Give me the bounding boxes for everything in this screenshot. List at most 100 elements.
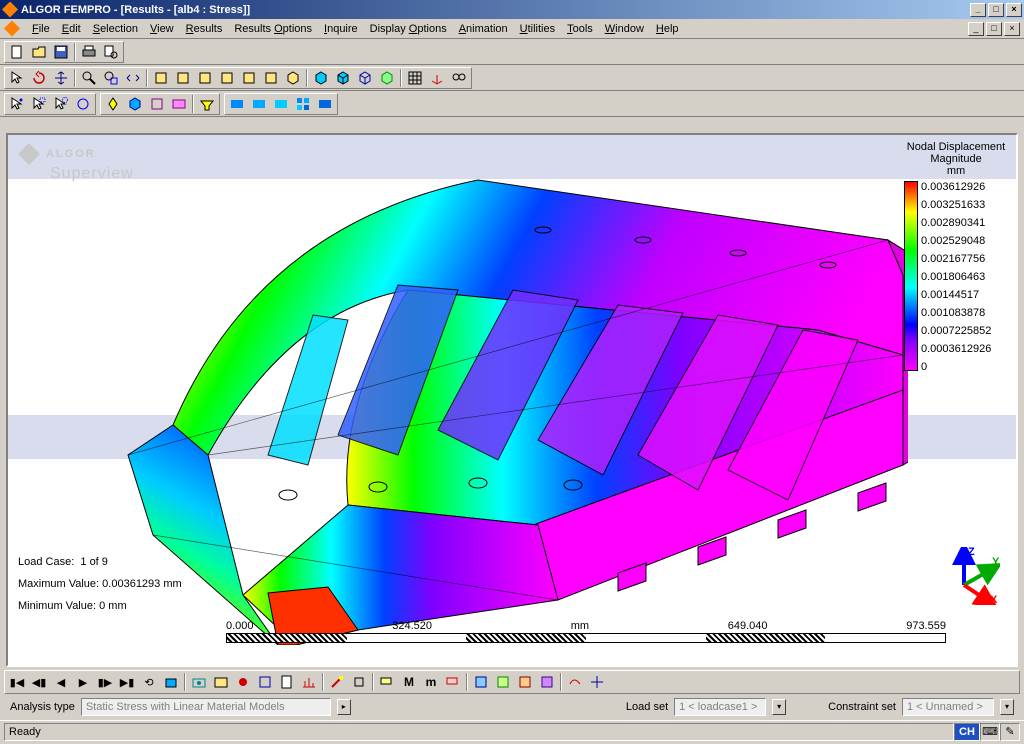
legend-value: 0.00144517 [921,289,1008,301]
min-label-button[interactable]: m [420,672,442,692]
anim-prev-button[interactable]: ◀▮ [28,672,50,692]
zoom-button[interactable] [78,68,100,88]
load-set-dropdown-button[interactable]: ▾ [772,699,786,715]
sect2-button[interactable] [492,672,514,692]
titlebar: ALGOR FEMPRO - [Results - [alb4 : Stress… [0,0,1024,19]
mesh-shade-button[interactable] [332,68,354,88]
anim-last-button[interactable]: ▶▮ [116,672,138,692]
constraint-set-field[interactable]: 1 < Unnamed > [902,698,994,716]
anim-loop-button[interactable]: ⟲ [138,672,160,692]
window-controls: _ □ × [970,3,1022,17]
menu-results[interactable]: Results [180,21,229,37]
sel-poly-button[interactable] [72,94,94,114]
display2-button[interactable] [248,94,270,114]
menu-file[interactable]: File [26,21,56,37]
menu-animation[interactable]: Animation [453,21,514,37]
filter-face-button[interactable] [124,94,146,114]
load-set-field[interactable]: 1 < loadcase1 > [674,698,766,716]
sel-point-button[interactable] [6,94,28,114]
analysis-type-field[interactable]: Static Stress with Linear Material Model… [81,698,331,716]
label-button[interactable] [376,672,398,692]
anim-first-button[interactable]: ▮◀ [6,672,28,692]
filter-part-button[interactable] [168,94,190,114]
axes-button[interactable] [426,68,448,88]
sect4-button[interactable] [536,672,558,692]
tray-icon-1[interactable]: ⌨ [980,723,1000,741]
zoom-fit-button[interactable] [122,68,144,88]
sel-rect-button[interactable] [28,94,50,114]
report-button[interactable] [276,672,298,692]
mdi-restore-button[interactable]: □ [986,22,1002,36]
view-bottom-button[interactable] [260,68,282,88]
view-top-button[interactable] [238,68,260,88]
export-button[interactable] [254,672,276,692]
fem-model [58,155,908,645]
rotate-button[interactable] [28,68,50,88]
menu-tools[interactable]: Tools [561,21,599,37]
new-button[interactable] [6,42,28,62]
sect3-button[interactable] [514,672,536,692]
find-button[interactable] [448,68,470,88]
filter-element-button[interactable] [146,94,168,114]
menu-utilities[interactable]: Utilities [514,21,561,37]
probe2-button[interactable] [348,672,370,692]
anim-next-button[interactable]: ▮▶ [94,672,116,692]
wireframe-button[interactable] [354,68,376,88]
record-button[interactable] [232,672,254,692]
view-back-button[interactable] [172,68,194,88]
chart-button[interactable] [298,672,320,692]
display4-button[interactable] [292,94,314,114]
open-button[interactable] [28,42,50,62]
view-front-button[interactable] [150,68,172,88]
sect1-button[interactable] [470,672,492,692]
mdi-minimize-button[interactable]: _ [968,22,984,36]
clear-labels-button[interactable] [442,672,464,692]
grid-button[interactable] [404,68,426,88]
pan-button[interactable] [50,68,72,88]
sel-circle-button[interactable] [50,94,72,114]
save-button[interactable] [50,42,72,62]
display1-button[interactable] [226,94,248,114]
mdi-close-button[interactable]: × [1004,22,1020,36]
menu-results-options[interactable]: Results Options [228,21,318,37]
filter-clear-button[interactable] [196,94,218,114]
print-preview-button[interactable] [100,42,122,62]
ime-indicator[interactable]: CH [954,723,980,741]
menu-selection[interactable]: Selection [87,21,144,37]
anim-settings-button[interactable] [160,672,182,692]
select-button[interactable] [6,68,28,88]
shade-button[interactable] [310,68,332,88]
analysis-dropdown-button[interactable]: ▸ [337,699,351,715]
menu-help[interactable]: Help [650,21,685,37]
menu-window[interactable]: Window [599,21,650,37]
perspective-button[interactable] [376,68,398,88]
view-iso-button[interactable] [282,68,304,88]
menu-view[interactable]: View [144,21,180,37]
display3-button[interactable] [270,94,292,114]
restore-button[interactable]: □ [988,3,1004,17]
display5-button[interactable] [314,94,336,114]
scale-button[interactable] [586,672,608,692]
view-right-button[interactable] [216,68,238,88]
menu-inquire[interactable]: Inquire [318,21,364,37]
view-left-button[interactable] [194,68,216,88]
print-button[interactable] [78,42,100,62]
anim-playrev-button[interactable]: ◀ [50,672,72,692]
probe-button[interactable] [326,672,348,692]
minimize-button[interactable]: _ [970,3,986,17]
deform-button[interactable] [564,672,586,692]
max-label-button[interactable]: M [398,672,420,692]
snapshot-button[interactable] [210,672,232,692]
constraint-set-label: Constraint set [828,701,896,713]
constraint-set-dropdown-button[interactable]: ▾ [1000,699,1014,715]
legend-value: 0.003251633 [921,199,1008,211]
zoom-window-button[interactable] [100,68,122,88]
close-button[interactable]: × [1006,3,1022,17]
tray-icon-2[interactable]: ✎ [1000,723,1020,741]
menu-edit[interactable]: Edit [56,21,87,37]
capture-button[interactable] [188,672,210,692]
viewport[interactable]: ALGOR Superview [6,133,1018,667]
anim-play-button[interactable]: ▶ [72,672,94,692]
filter-node-button[interactable] [102,94,124,114]
menu-display-options[interactable]: Display Options [364,21,453,37]
